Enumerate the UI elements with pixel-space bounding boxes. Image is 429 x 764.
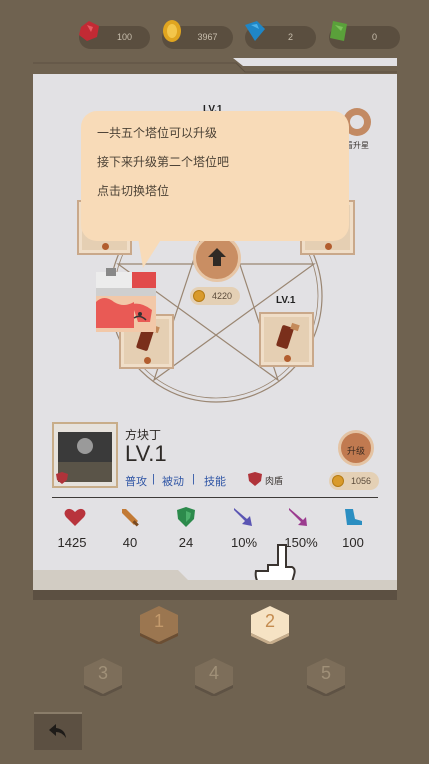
stats-divider [52,497,378,498]
hero-upgrade-button[interactable]: 升级 [338,430,374,466]
hero-portrait[interactable] [52,422,118,488]
tower-tab-4-label: 4 [208,663,219,683]
tower-tab-2-label: 2 [264,611,275,631]
back-arrow-icon [49,724,66,738]
center-cost-value: 4220 [211,291,233,301]
tower-tab-2-selected[interactable]: 2 [247,604,293,645]
coin-icon [193,290,205,302]
skill-separator: | [152,473,155,485]
board-bottom-edge [33,570,397,600]
tower-tab-4[interactable]: 4 [191,656,237,697]
crit-damage-icon [289,508,307,526]
stat-defense: 24 [178,535,194,550]
boot-icon [345,509,362,525]
slot-pin [143,357,151,364]
tutorial-line-1: 一共五个塔位可以升级 [97,126,218,140]
tutorial-line-2: 接下来升级第二个塔位吧 [97,155,230,169]
tank-shield-icon [248,472,262,486]
slot-4-level: LV.1 [276,295,296,306]
back-button[interactable] [34,712,82,750]
hero-class-icon [56,472,68,484]
hero-level: LV.1 [125,441,167,466]
skill-passive[interactable]: 被动 [162,473,184,489]
tower-tab-5[interactable]: 5 [303,656,349,697]
coin-icon [332,475,344,487]
tower-tab-1-label: 1 [153,611,164,631]
upgrade-label: 升级 [346,446,365,456]
slot-pin [101,243,109,250]
stat-hp: 1425 [57,535,87,550]
guide-character-icon [96,268,156,332]
hero-upgrade-cost: 1056 [329,472,379,490]
center-upgrade-button[interactable] [193,234,241,282]
tower-tab-3[interactable]: 3 [80,656,126,697]
tutorial-bubble: 一共五个塔位可以升级 接下来升级第二个塔位吧 点击切换塔位 [81,111,349,241]
sword-icon [122,509,139,527]
stat-attack: 40 [122,535,138,550]
tower-slot-4[interactable] [259,312,314,367]
skill-active[interactable]: 技能 [204,473,226,489]
up-arrow-icon [208,248,226,266]
tower-tab-5-label: 5 [320,663,331,683]
center-cost: 4220 [190,287,240,305]
hero-upgrade-cost-value: 1056 [350,476,372,486]
tower-tab-3-label: 3 [97,663,108,683]
skill-separator: | [192,473,195,485]
crit-arrow-icon [234,508,252,526]
tutorial-line-3: 点击切换塔位 [97,184,170,198]
slot-pin [283,355,291,362]
heart-icon [64,508,86,526]
tower-slot-item-icon [276,322,300,349]
tower-tab-1[interactable]: 1 [136,604,182,645]
skill-normal-attack[interactable]: 普攻 [125,473,147,489]
stat-speed: 100 [342,535,364,550]
slot-pin [324,243,332,250]
shield-icon [177,507,195,527]
hero-role: 肉盾 [265,476,284,486]
